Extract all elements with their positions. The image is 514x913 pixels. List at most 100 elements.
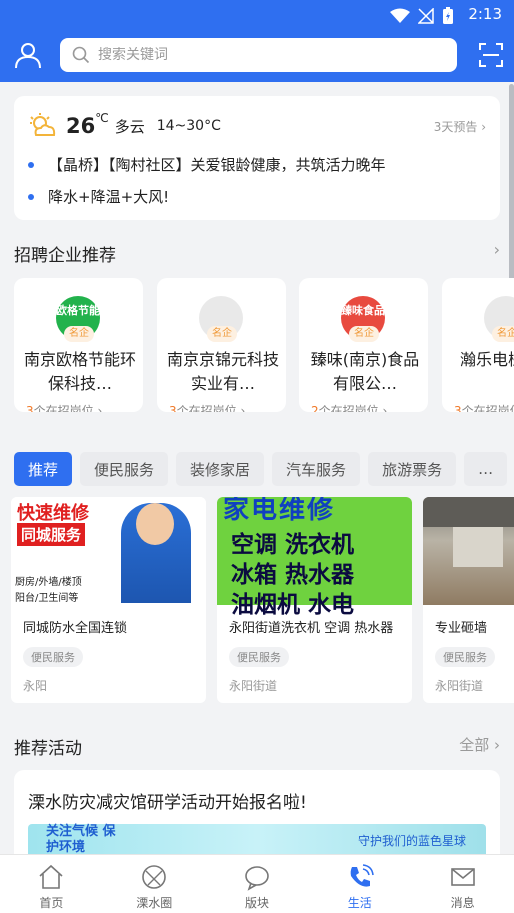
image-text: 阳台/卫生间等 [15,593,79,604]
service-title: 专业砸墙 [435,621,488,636]
image-text: 厨房/外墙/楼顶 [15,577,82,588]
weather-summary: 26 ℃ 多云 14~30°C [28,111,221,140]
image-text: 空调 洗衣机 [231,532,355,558]
nav-label: 首页 [39,896,64,910]
company-name: 南京欧格节能环保科技… [24,350,137,393]
nav-messages[interactable]: 消息 [411,855,514,913]
temperature-unit: ℃ [95,111,109,125]
company-card[interactable]: 欧格节能 名企 南京欧格节能环保科技… 3个在招岗位 › [14,278,143,412]
weather-condition: 多云 [114,117,145,136]
mail-icon [450,868,475,886]
company-tag: 名企 [492,326,514,342]
activities-title: 推荐活动 [14,739,82,759]
service-card[interactable]: 快速维修 同城服务 厨房/外墙/楼顶 阳台/卫生间等 同城防水全国连锁 便民服务… [11,497,206,703]
tab-recommend[interactable]: 推荐 [14,452,73,486]
news-item[interactable]: 【晶桥】【陶村社区】关爱银龄健康，共筑活力晚年 [28,154,386,175]
search-icon [72,46,90,64]
company-card[interactable]: 臻味食品 名企 臻味(南京)食品有限公… 2个在招岗位 › [299,278,428,412]
news-text: 降水+降温+大风! [48,188,170,206]
nav-label: 版块 [244,896,269,910]
technician-head [136,503,174,545]
tab-car-service[interactable]: 汽车服务 [272,452,361,486]
image-text: 冰箱 热水器 [231,562,355,588]
chevron-right-icon[interactable]: › [494,240,500,259]
company-name: 臻味(南京)食品有限公… [310,350,420,393]
company-card[interactable]: 名企 南京京锦元科技实业有… 3个在招岗位 › [157,278,286,412]
news-item[interactable]: 降水+降温+大风! [28,186,169,207]
image-shape [453,527,503,567]
job-count-number: 3 [26,404,34,412]
more-label: 全部 [459,736,490,754]
company-tag: 名企 [349,326,379,342]
status-bar: 2:13 [0,0,514,30]
nav-label: 生活 [347,896,372,910]
image-text: 家电维修 [223,497,336,525]
chevron-right-icon: › [481,120,486,134]
search-input[interactable] [98,47,418,63]
nav-sections[interactable]: 版块 [206,855,309,913]
company-list: 欧格节能 名企 南京欧格节能环保科技… 3个在招岗位 › 名企 南京京锦元科技实… [14,278,514,412]
service-list: 快速维修 同城服务 厨房/外墙/楼顶 阳台/卫生间等 同城防水全国连锁 便民服务… [11,497,514,703]
bullet-icon [28,193,34,200]
job-count-label: 个在招岗位 [461,404,514,412]
user-icon[interactable] [14,41,42,69]
job-count-number: 2 [311,404,319,412]
tab-travel-tickets[interactable]: 旅游票务 [368,452,457,486]
search-box[interactable] [60,38,457,72]
weather-card[interactable]: 26 ℃ 多云 14~30°C 3天预告 › 【晶桥】【陶村社区】关爱银龄健康，… [14,96,500,220]
home-icon [39,864,63,889]
service-image [423,497,514,605]
bottom-nav: 首页 溧水圈 版块 生活 消息 [0,854,514,913]
status-icons [390,7,454,25]
activities-more-link[interactable]: 全部 › [459,734,500,755]
recruit-title: 招聘企业推荐 [14,246,116,266]
nav-label: 溧水圈 [136,896,173,910]
image-text: 油烟机 水电 [231,592,355,618]
service-card[interactable]: 家电维修 空调 洗衣机 冰箱 热水器 油烟机 水电 永阳街道洗衣机 空调 热水器… [217,497,412,703]
nav-life[interactable]: 生活 [308,855,411,913]
service-location: 永阳街道 [229,679,278,693]
service-card[interactable]: 专业砸墙 便民服务 永阳街道 [423,497,514,703]
forecast-link[interactable]: 3天预告 › [434,118,486,135]
company-tag: 名企 [64,326,94,342]
forecast-label: 3天预告 [433,120,478,134]
service-category: 便民服务 [435,647,495,667]
nav-lishui-circle[interactable]: 溧水圈 [103,855,206,913]
service-title: 同城防水全国连锁 [23,621,128,636]
company-card[interactable]: 名企 瀚乐电械（南京 3个在招岗位 › [442,278,514,412]
job-count: 3个在招岗位 › [169,402,245,412]
image-text: 同城服务 [17,523,86,546]
activity-title: 溧水防灾减灾馆研学活动开始报名啦! [28,793,307,813]
chevron-right-icon: › [494,736,500,754]
tab-home-decor[interactable]: 装修家居 [176,452,265,486]
nav-home[interactable]: 首页 [0,855,103,913]
tab-convenience[interactable]: 便民服务 [80,452,169,486]
job-count-label: 个在招岗位 [176,404,237,412]
service-category: 便民服务 [229,647,289,667]
category-tabs: 推荐 便民服务 装修家居 汽车服务 旅游票务 … [14,452,514,486]
company-name: 南京京锦元科技实业有… [167,350,280,393]
job-count-label: 个在招岗位 [318,404,379,412]
scan-icon[interactable] [478,42,504,68]
bullet-icon [28,161,34,168]
battery-icon [443,7,453,24]
wifi-icon [390,8,410,23]
company-tag: 名企 [207,326,237,342]
service-location: 永阳街道 [435,679,484,693]
circle-icon [142,865,166,889]
service-image: 快速维修 同城服务 厨房/外墙/楼顶 阳台/卫生间等 [11,497,206,605]
top-bar [0,30,514,82]
job-count: 3个在招岗位 › [26,402,102,412]
job-count: 3个在招岗位 › [454,402,514,412]
temperature-range: 14~30°C [156,118,221,134]
status-time: 2:13 [468,5,502,23]
signal-icon [418,8,434,24]
service-category: 便民服务 [23,647,83,667]
banner-text-right: 守护我们的蓝色星球 [357,834,466,848]
tab-more[interactable]: … [464,452,508,486]
phone-icon [350,864,374,887]
job-count-label: 个在招岗位 [33,404,94,412]
job-count-number: 3 [169,404,177,412]
service-title: 永阳街道洗衣机 空调 热水器 [229,621,394,636]
service-image: 家电维修 空调 洗衣机 冰箱 热水器 油烟机 水电 [217,497,412,618]
